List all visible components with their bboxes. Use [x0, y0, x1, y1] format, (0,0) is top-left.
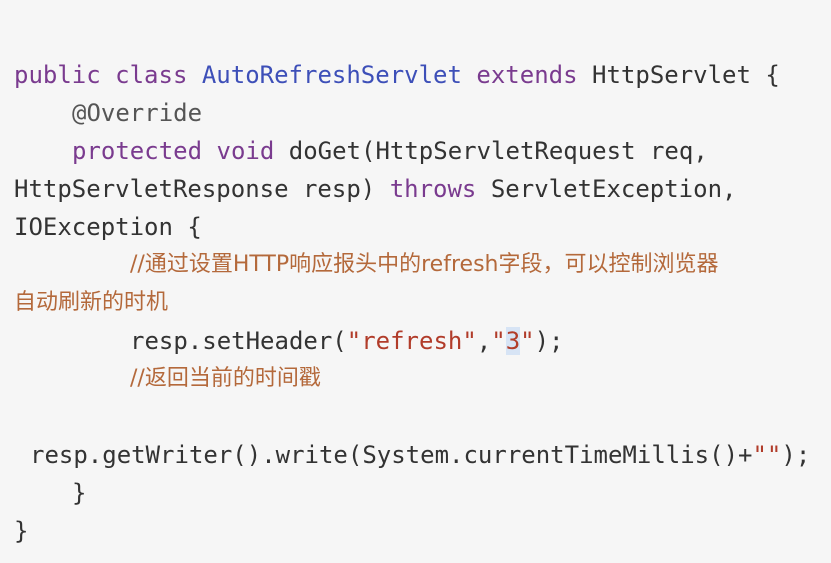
param-response: HttpServletResponse resp) [14, 175, 376, 203]
code-line-method-params: HttpServletResponse resp) throws Servlet… [14, 171, 736, 207]
code-comment-refresh: //通过设置HTTP响应报头中的refresh字段，可以控制浏览器 [130, 252, 719, 277]
code-comment-timestamp: //返回当前的时间戳 [130, 366, 321, 391]
set-header-call: resp.setHeader( [130, 327, 347, 355]
code-line-method-close: } [72, 475, 86, 511]
class-name: AutoRefreshServlet [201, 61, 462, 89]
parent-class: HttpServlet [592, 61, 751, 89]
code-panel: public class AutoRefreshServlet extends … [0, 0, 831, 563]
close-brace-method: } [72, 479, 87, 507]
code-line-write: resp.getWriter().write(System.currentTim… [30, 437, 810, 473]
statement-end: ); [781, 441, 811, 469]
close-brace-class: } [14, 517, 29, 545]
string-refresh: "refresh" [346, 327, 477, 355]
string-quote-open: " [491, 327, 506, 355]
code-line-annotation: @Override [72, 95, 202, 131]
keyword-throws: throws [389, 175, 477, 203]
code-line-ioexception: IOException { [14, 209, 202, 245]
open-brace: { [765, 61, 780, 89]
annotation-override: @Override [72, 99, 203, 127]
keyword-void: void [216, 137, 275, 165]
comma: , [476, 327, 492, 355]
code-comment-refresh-continued: 自动刷新的时机 [14, 290, 169, 315]
keyword-public: public [14, 61, 101, 89]
code-line-class-close: } [14, 513, 28, 549]
method-name: doGet(HttpServletRequest req, [288, 137, 708, 165]
keyword-class: class [115, 61, 188, 89]
keyword-extends: extends [476, 61, 578, 89]
code-line-class-declaration: public class AutoRefreshServlet extends … [14, 57, 780, 93]
write-call: resp.getWriter().write(System.currentTim… [30, 441, 753, 469]
statement-end: ); [534, 327, 564, 355]
exception-servlet: ServletException, [490, 175, 737, 203]
string-value-selected[interactable]: 3 [505, 327, 521, 355]
code-line-set-header: resp.setHeader("refresh","3"); [130, 323, 564, 359]
string-empty: "" [752, 441, 782, 469]
string-quote-close: " [520, 327, 535, 355]
keyword-protected: protected [72, 137, 203, 165]
code-line-method-signature: protected void doGet(HttpServletRequest … [72, 133, 708, 169]
exception-io: IOException { [14, 213, 202, 241]
